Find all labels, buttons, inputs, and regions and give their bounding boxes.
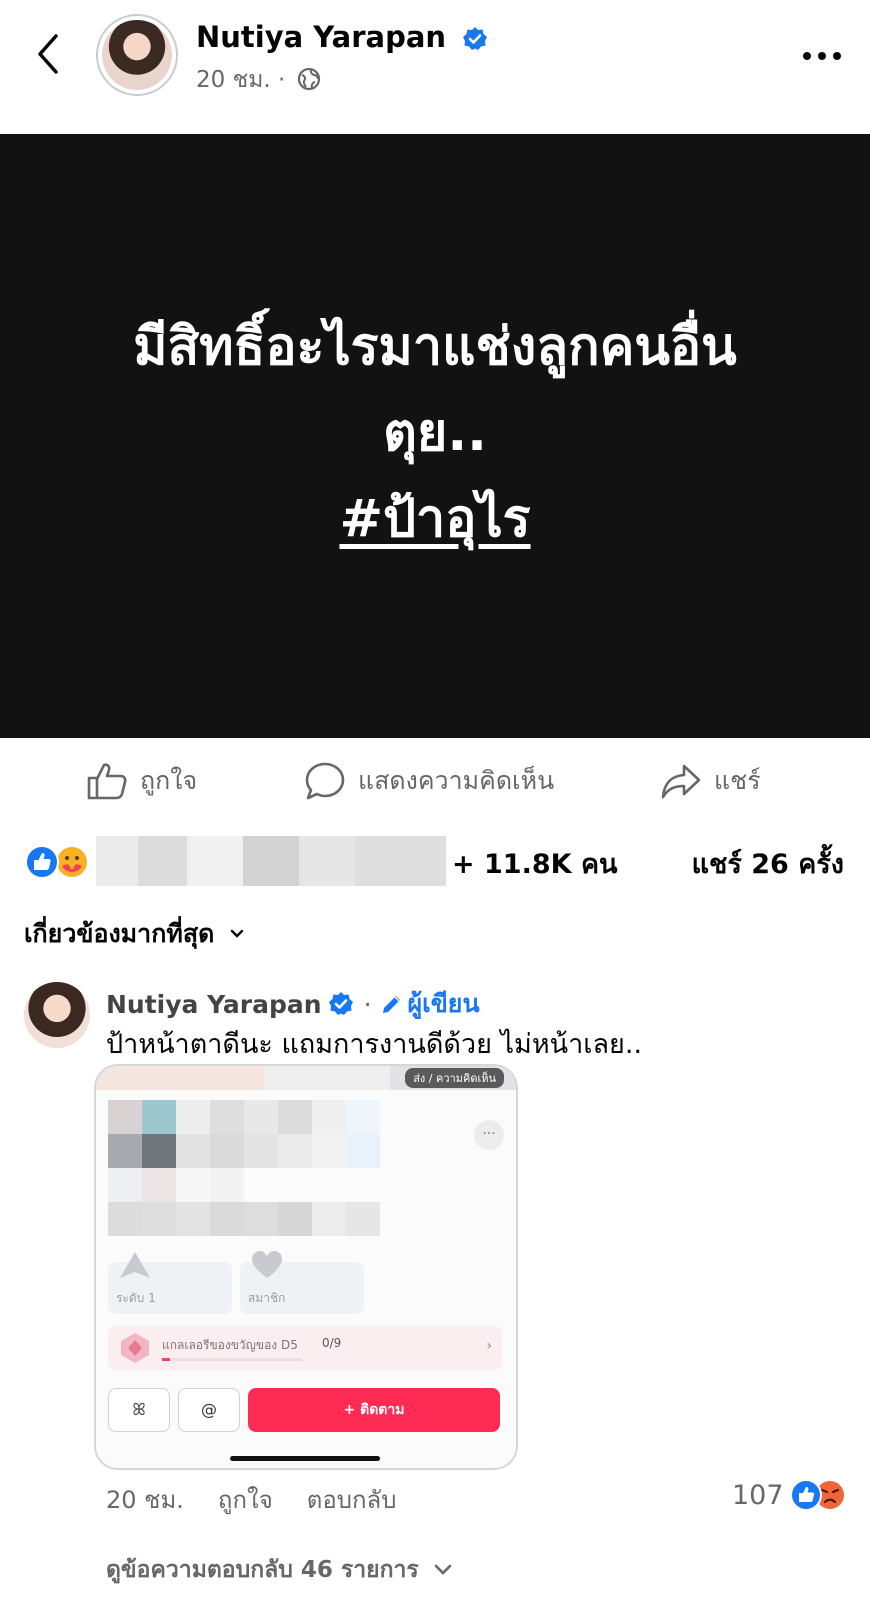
comment-time: 20 ชม. — [106, 1486, 184, 1514]
post-image-text: มีสิทธิ์อะไรมาแช่งลูกคนอื่น ตุย.. #ป้าอุ… — [0, 304, 870, 562]
post-meta: 20 ชม. · — [196, 62, 321, 98]
level-card: ระดับ 1 — [108, 1252, 232, 1314]
comment-reaction-count: 107 — [732, 1479, 784, 1511]
gallery-progress-text: 0/9 — [322, 1336, 342, 1350]
follow-button: + ติดตาม — [248, 1388, 500, 1432]
image-line-1: มีสิทธิ์อะไรมาแช่งลูกคนอื่น — [133, 317, 737, 377]
share-arrow-icon — [661, 764, 701, 799]
care-reaction-icon — [55, 845, 89, 879]
like-label: ถูกใจ — [140, 766, 198, 795]
post-time[interactable]: 20 ชม. — [196, 67, 271, 93]
level-card-label: ระดับ 1 — [116, 1291, 156, 1305]
view-replies-label: ดูข้อความตอบกลับ 46 รายการ — [106, 1557, 419, 1583]
friends-button: ꕤ — [108, 1388, 170, 1432]
heart-icon — [252, 1251, 282, 1278]
image-line-2: ตุย.. — [383, 403, 487, 463]
view-replies-link[interactable]: ดูข้อความตอบกลับ 46 รายการ — [106, 1552, 453, 1588]
author-avatar[interactable] — [96, 14, 178, 96]
gift-gallery-row: แกลเลอรีของขวัญของ D5 0/9 › — [108, 1326, 502, 1370]
comment-reply-button[interactable]: ตอบกลับ — [307, 1480, 397, 1519]
member-card: สมาชิก — [240, 1251, 364, 1314]
like-reaction-icon — [789, 1479, 822, 1511]
back-button[interactable] — [30, 32, 70, 76]
more-dots-icon — [803, 52, 841, 60]
comment-avatar[interactable] — [24, 982, 90, 1048]
share-count[interactable]: แชร์ 26 ครั้ง — [692, 842, 844, 885]
author-badge-label: ผู้เขียน — [407, 989, 480, 1018]
shot-more-button: ··· — [474, 1120, 504, 1150]
share-button[interactable]: แชร์ — [660, 750, 761, 812]
comment-button[interactable]: แสดงความคิดเห็น — [304, 750, 554, 812]
share-label: แชร์ — [714, 766, 761, 795]
verified-badge-icon — [463, 27, 488, 50]
chevron-down-icon — [434, 1564, 452, 1575]
comment-text: ป้าหน้าตาดีนะ แถมการงานดีด้วย ไม่หน้าเลย… — [106, 1029, 643, 1060]
image-hashtag: #ป้าอุไร — [339, 489, 531, 549]
post-actions: ถูกใจ แสดงความคิดเห็น แชร์ — [0, 750, 870, 812]
comment-attached-image[interactable]: ส่ง / ความคิดเห็น ··· ระดับ 1 สมาชิก แกล… — [94, 1064, 518, 1470]
comment-like-button[interactable]: ถูกใจ — [218, 1480, 273, 1519]
chevron-down-icon — [231, 929, 244, 938]
member-card-label: สมาชิก — [248, 1291, 286, 1305]
blurred-profile-mosaic — [108, 1100, 408, 1236]
like-reaction-icon — [25, 845, 59, 879]
reaction-summary[interactable]: + 11.8K คน แชร์ 26 ครั้ง — [0, 834, 870, 890]
comment-footer: 20 ชม. ถูกใจ ตอบกลับ — [106, 1480, 430, 1519]
gallery-progress-fill — [162, 1358, 171, 1361]
mention-button: @ — [178, 1388, 240, 1432]
home-indicator — [230, 1456, 380, 1461]
sort-label: เกี่ยวข้องมากที่สุด — [24, 919, 215, 948]
comment-reaction-icons — [789, 1479, 846, 1511]
comment-reactions[interactable]: 107 — [732, 1478, 848, 1512]
gallery-chevron: › — [486, 1338, 492, 1354]
post-image[interactable]: มีสิทธิ์อะไรมาแช่งลูกคนอื่น ตุย.. #ป้าอุ… — [0, 134, 870, 738]
author-badge: ผู้เขียน — [380, 984, 480, 1024]
more-options-button[interactable] — [800, 46, 844, 66]
like-button[interactable]: ถูกใจ — [86, 750, 197, 812]
comment-separator: · — [363, 989, 372, 1019]
globe-icon — [297, 67, 320, 91]
author-name-row[interactable]: Nutiya Yarapan — [196, 20, 488, 54]
comment-header: Nutiya Yarapan · ผู้เขียน — [106, 984, 480, 1024]
back-arrow-icon — [38, 34, 58, 74]
comment-author-name[interactable]: Nutiya Yarapan — [106, 990, 322, 1019]
comment-label: แสดงความคิดเห็น — [358, 766, 555, 795]
gallery-label: แกลเลอรีของขวัญของ D5 — [162, 1338, 298, 1352]
reaction-icons — [25, 845, 89, 879]
comment-sort-dropdown[interactable]: เกี่ยวข้องมากที่สุด — [24, 914, 244, 954]
reaction-count[interactable]: + 11.8K คน — [452, 842, 617, 885]
avatar-photo — [102, 20, 172, 90]
shot-top-pill: ส่ง / ความคิดเห็น — [405, 1068, 504, 1088]
gift-gallery-icon — [121, 1333, 149, 1363]
like-thumb-icon — [87, 763, 127, 800]
gallery-progress-bar — [162, 1358, 302, 1361]
author-name[interactable]: Nutiya Yarapan — [196, 20, 446, 54]
comment-bubble-icon — [305, 762, 345, 800]
blurred-names — [96, 836, 446, 886]
post-header: Nutiya Yarapan 20 ชม. · — [0, 0, 870, 132]
pencil-icon — [382, 996, 400, 1013]
meta-separator: · — [277, 67, 286, 93]
verified-badge-icon — [328, 992, 353, 1015]
level-icon — [120, 1252, 150, 1278]
